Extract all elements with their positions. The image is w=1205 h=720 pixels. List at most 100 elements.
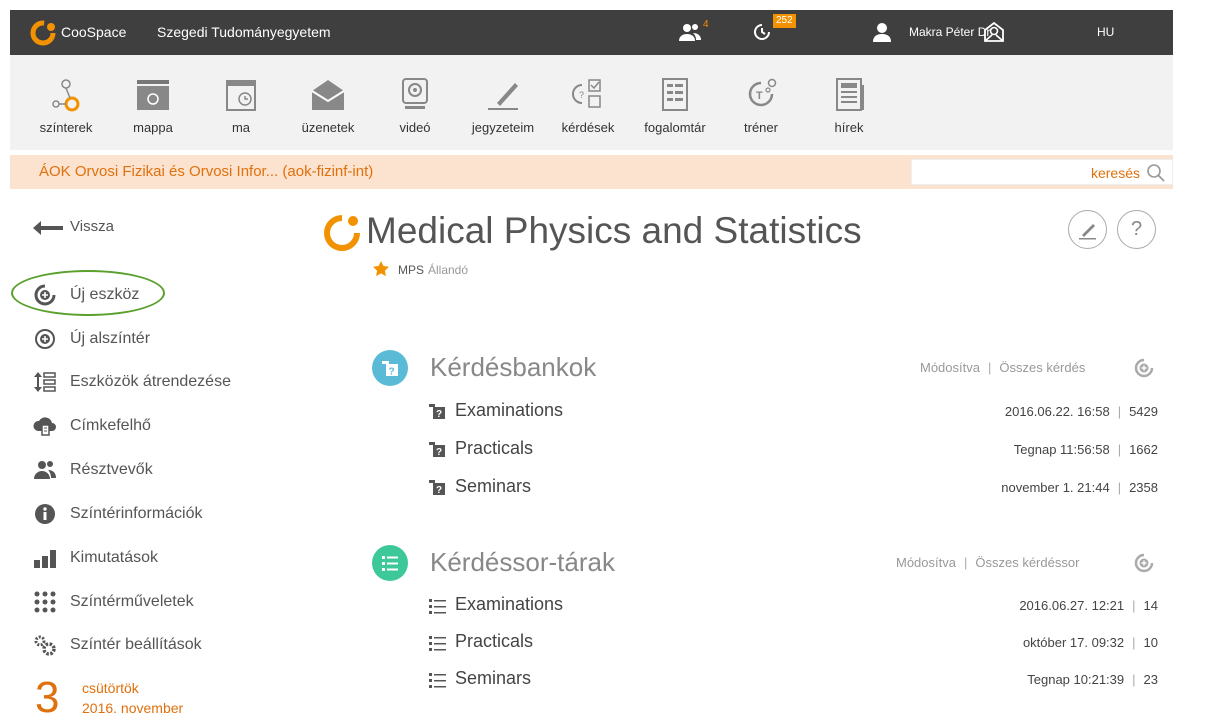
- item-info: 2016.06.22. 16:58 | 5429: [1004, 404, 1158, 419]
- sidebar-item-new-tool[interactable]: Új eszköz: [33, 282, 273, 308]
- svg-text:?: ?: [389, 367, 395, 378]
- help-button[interactable]: ?: [1117, 210, 1156, 249]
- sidebar-item-label: Résztvevők: [70, 461, 153, 478]
- edit-button[interactable]: [1068, 210, 1107, 249]
- sidebar-item-reorder-tools[interactable]: Eszközök átrendezése: [33, 369, 273, 395]
- tool-news[interactable]: hírek: [809, 77, 889, 147]
- sidebar-item-label: Színtérműveletek: [70, 593, 194, 610]
- sidebar-item-space-info[interactable]: Színtérinformációk: [33, 501, 273, 527]
- add-question-bank-icon[interactable]: [1134, 358, 1154, 378]
- date-day-number: 3: [35, 673, 60, 720]
- course-logo-icon: [324, 215, 360, 251]
- modified-sort-link[interactable]: Módosítva: [920, 360, 980, 375]
- svg-text:T: T: [756, 90, 763, 102]
- star-icon[interactable]: [372, 260, 390, 278]
- item-info: Tegnap 10:21:39 | 23: [1027, 672, 1158, 687]
- tool-notes[interactable]: jegyzeteim: [463, 77, 543, 147]
- search-input[interactable]: keresés: [911, 159, 1173, 185]
- notes-icon: [488, 83, 518, 110]
- news-icon: [836, 78, 864, 111]
- sidebar-item-label: Eszközök átrendezése: [70, 373, 231, 390]
- tool-messages[interactable]: üzenetek: [288, 77, 368, 147]
- sidebar-item-label: Új eszköz: [70, 286, 140, 303]
- list-item[interactable]: Practicals október 17. 09:32 | 10: [428, 630, 1158, 654]
- glossary-icon: [662, 78, 688, 111]
- svg-text:?: ?: [579, 90, 584, 100]
- tool-spaces[interactable]: színterek: [26, 77, 106, 147]
- folder-icon: [137, 80, 169, 110]
- all-question-sets-link[interactable]: Összes kérdéssor: [975, 555, 1079, 570]
- question-set-icon: [429, 599, 446, 614]
- item-name[interactable]: Examinations: [455, 594, 563, 615]
- question-set-icon: [382, 556, 398, 571]
- tool-label: színterek: [39, 120, 93, 135]
- tool-folder[interactable]: mappa: [113, 77, 193, 147]
- list-item[interactable]: Seminars Tegnap 10:21:39 | 23: [428, 667, 1158, 691]
- sidebar-item-label: Új alszíntér: [70, 330, 151, 347]
- main-toolbar: színterek mappa ma üzenetek videó jegyze…: [10, 55, 1173, 150]
- section-title: Kérdéssor-tárak: [430, 547, 615, 577]
- trainer-icon: T: [748, 78, 777, 107]
- section-meta: Módosítva | Összes kérdéssor: [896, 555, 1080, 570]
- tool-label: kérdések: [561, 120, 615, 135]
- language-selector[interactable]: HU: [1097, 25, 1114, 39]
- question-bank-section-icon: ?: [372, 350, 408, 386]
- list-item[interactable]: ? Examinations 2016.06.22. 16:58 | 5429: [428, 399, 1158, 423]
- tool-trainer[interactable]: T tréner: [721, 77, 801, 147]
- operations-icon: [34, 591, 56, 613]
- tool-video[interactable]: videó: [375, 77, 455, 147]
- user-icon[interactable]: [873, 22, 891, 42]
- tool-label: jegyzeteim: [471, 120, 535, 135]
- brand-name[interactable]: CooSpace: [61, 24, 126, 40]
- mail-settings-icon[interactable]: [983, 21, 1005, 43]
- date-weekday: csütörtök: [82, 680, 139, 696]
- item-info: Tegnap 11:56:58 | 1662: [1013, 442, 1158, 457]
- add-question-set-icon[interactable]: [1134, 553, 1154, 573]
- question-set-icon: [429, 636, 446, 651]
- tool-label: fogalomtár: [644, 120, 706, 135]
- university-name[interactable]: Szegedi Tudományegyetem: [157, 24, 331, 40]
- item-name[interactable]: Examinations: [455, 400, 563, 421]
- participants-icon: [34, 461, 56, 479]
- tool-glossary[interactable]: fogalomtár: [635, 77, 715, 147]
- question-set-section-icon: [372, 545, 408, 581]
- sidebar-item-space-operations[interactable]: Színtérműveletek: [33, 589, 273, 615]
- sidebar-item-statistics[interactable]: Kimutatások: [33, 545, 273, 571]
- list-item[interactable]: ? Practicals Tegnap 11:56:58 | 1662: [428, 437, 1158, 461]
- tool-today[interactable]: ma: [201, 77, 281, 147]
- notifications-badge: 252: [773, 14, 796, 28]
- sidebar-item-tag-cloud[interactable]: Címkefelhő: [33, 413, 273, 439]
- question-bank-icon: ?: [429, 404, 445, 420]
- people-icon[interactable]: [678, 22, 702, 42]
- tool-label: hírek: [834, 120, 864, 135]
- item-name[interactable]: Seminars: [455, 668, 531, 689]
- item-name[interactable]: Seminars: [455, 476, 531, 497]
- sidebar-item-space-settings[interactable]: Színtér beállítások: [33, 632, 273, 658]
- date-month: 2016. november: [82, 700, 184, 716]
- course-code: MPS: [398, 263, 425, 277]
- list-item[interactable]: Examinations 2016.06.27. 12:21 | 14: [428, 593, 1158, 617]
- list-item[interactable]: ? Seminars november 1. 21:44 | 2358: [428, 475, 1158, 499]
- back-label: Vissza: [70, 218, 114, 235]
- item-info: október 17. 09:32 | 10: [1022, 635, 1158, 650]
- question-bank-icon: ?: [429, 442, 445, 458]
- sidebar-item-new-subspace[interactable]: Új alszíntér: [33, 326, 273, 352]
- tool-questions[interactable]: ? kérdések: [548, 77, 628, 147]
- course-status: Állandó: [428, 263, 469, 277]
- section-title: Kérdésbankok: [430, 352, 597, 382]
- search-icon[interactable]: [1146, 163, 1166, 183]
- item-name[interactable]: Practicals: [455, 438, 533, 459]
- svg-text:?: ?: [436, 485, 442, 496]
- course-title-link[interactable]: ÁOK Orvosi Fizikai és Orvosi Infor... (a…: [39, 163, 373, 180]
- user-name[interactable]: Makra Péter Dr.: [909, 25, 993, 39]
- clock-icon[interactable]: [752, 22, 772, 42]
- sidebar-item-label: Színtérinformációk: [70, 505, 203, 522]
- info-icon: [35, 504, 55, 524]
- modified-sort-link[interactable]: Módosítva: [896, 555, 956, 570]
- all-questions-link[interactable]: Összes kérdés: [999, 360, 1085, 375]
- arrow-left-icon: [33, 221, 63, 235]
- sidebar-item-participants[interactable]: Résztvevők: [33, 457, 273, 483]
- section-meta: Módosítva | Összes kérdés: [920, 360, 1086, 375]
- coospace-logo-icon[interactable]: [30, 20, 58, 46]
- item-name[interactable]: Practicals: [455, 631, 533, 652]
